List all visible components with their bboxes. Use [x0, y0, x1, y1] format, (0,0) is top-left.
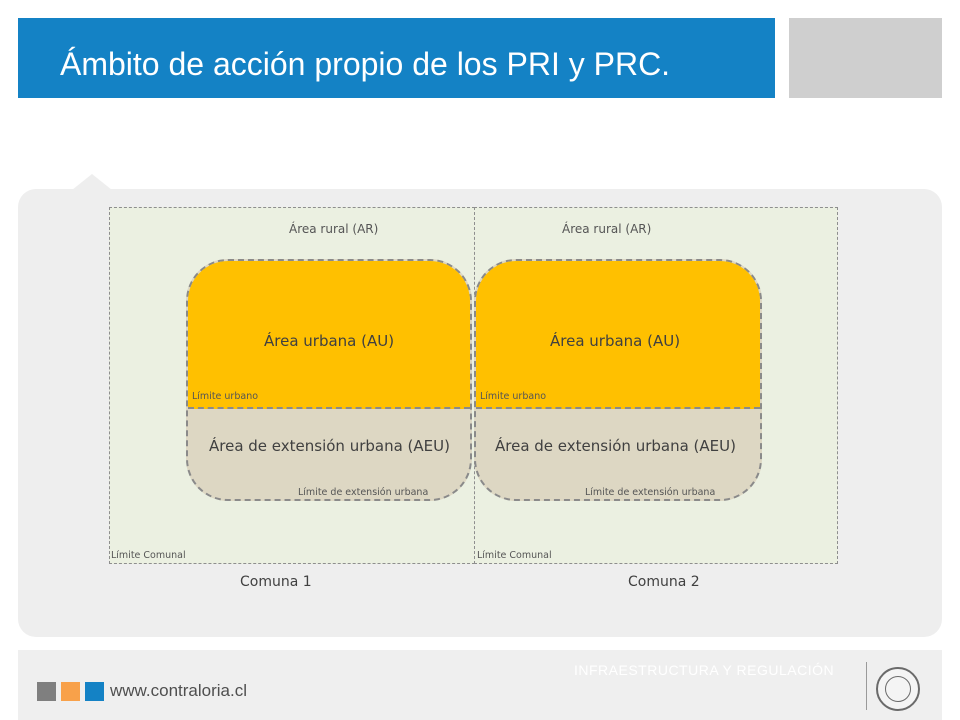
comuna-2-urban-blob [474, 259, 762, 501]
comuna-2-limite-comunal: Límite Comunal [477, 550, 552, 561]
slide-title: Ámbito de acción propio de los PRI y PRC… [60, 46, 671, 82]
panel-notch [72, 174, 112, 190]
comuna-1-limite-comunal: Límite Comunal [111, 550, 186, 561]
comuna-2-limite-urbano: Límite urbano [480, 391, 547, 402]
section-label: INFRAESTRUCTURA Y REGULACIÓN [574, 662, 835, 678]
title-side-block [789, 18, 942, 98]
title-bar: Ámbito de acción propio de los PRI y PRC… [18, 18, 775, 98]
comuna-2-rural-label: Área rural (AR) [562, 222, 652, 236]
comuna-2-urban-label: Área urbana (AU) [550, 332, 681, 350]
comuna-1-name: Comuna 1 [240, 574, 312, 590]
footer-square-orange [61, 682, 80, 701]
comuna-1-limite-extension: Límite de extensión urbana [298, 487, 429, 498]
footer-square-gray [37, 682, 56, 701]
comuna-1-urban-label: Área urbana (AU) [264, 332, 395, 350]
comuna-1-extension-label: Área de extensión urbana (AEU) [209, 437, 450, 455]
comuna-2-limite-extension: Límite de extensión urbana [585, 487, 716, 498]
website-link[interactable]: www.contraloria.cl [110, 681, 247, 701]
comuna-1-urban-blob [186, 259, 472, 501]
contraloria-seal-icon [876, 667, 920, 711]
comuna-2-name: Comuna 2 [628, 574, 700, 590]
footer-square-blue [85, 682, 104, 701]
comuna-1-rural-label: Área rural (AR) [289, 222, 379, 236]
footer-divider [866, 662, 867, 710]
comuna-2-extension-label: Área de extensión urbana (AEU) [495, 437, 736, 455]
comuna-1-limite-urbano: Límite urbano [192, 391, 259, 402]
